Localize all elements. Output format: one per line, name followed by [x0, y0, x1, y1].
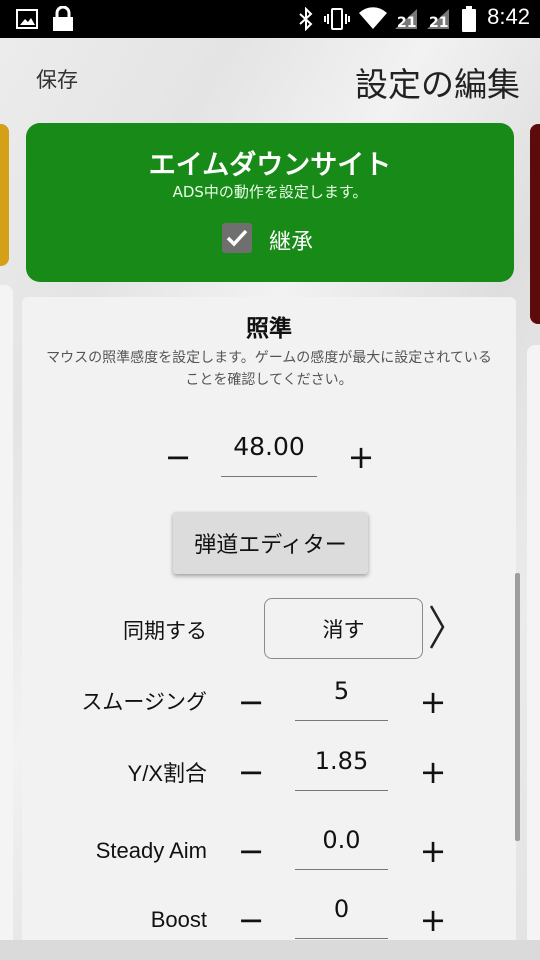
boost-input[interactable]: 0	[295, 895, 388, 923]
yx-ratio-label: Y/X割合	[127, 761, 207, 786]
status-bar: 21 21 8:42	[0, 0, 540, 38]
steady-aim-underline	[295, 869, 388, 870]
inherit-checkbox[interactable]	[222, 223, 252, 253]
yx-ratio-decrease-button[interactable]: −	[231, 752, 271, 792]
scrollbar[interactable]	[515, 573, 520, 841]
boost-decrease-button[interactable]: −	[231, 900, 271, 940]
smoothing-underline	[295, 720, 388, 721]
steady-aim-decrease-button[interactable]: −	[231, 831, 271, 871]
lock-icon	[50, 6, 76, 32]
bottom-edge	[0, 940, 540, 960]
yx-ratio-input[interactable]: 1.85	[295, 747, 388, 775]
smoothing-input[interactable]: 5	[295, 677, 388, 705]
boost-increase-button[interactable]: +	[413, 900, 453, 940]
ads-title: エイムダウンサイト	[148, 150, 392, 181]
boost-underline	[295, 938, 388, 939]
image-icon	[14, 6, 40, 32]
ads-card: エイムダウンサイト ADS中の動作を設定します。 継承	[26, 123, 514, 282]
ballistic-editor-button[interactable]: 弾道エディター	[173, 512, 368, 574]
prev-card-peek[interactable]	[0, 124, 9, 266]
sim-icon: 21	[425, 6, 451, 32]
svg-text:21: 21	[429, 15, 448, 31]
sensitivity-underline	[221, 476, 317, 477]
vibrate-icon	[323, 6, 351, 32]
sensitivity-input[interactable]: 48.00	[221, 432, 317, 461]
steady-aim-increase-button[interactable]: +	[413, 831, 453, 871]
svg-text:21: 21	[397, 15, 416, 31]
save-button[interactable]: 保存	[36, 64, 78, 94]
steady-aim-input[interactable]: 0.0	[295, 826, 388, 854]
sim-icon: 21	[393, 6, 419, 32]
yx-ratio-underline	[295, 790, 388, 791]
aim-section-title: 照準	[246, 316, 292, 342]
aim-section-description: マウスの照準感度を設定します。ゲームの感度が最大に設定されていることを確認してく…	[46, 350, 492, 388]
sensitivity-decrease-button[interactable]: −	[158, 437, 198, 477]
next-card-peek[interactable]	[530, 124, 540, 324]
page-title: 設定の編集	[355, 65, 520, 104]
next-panel-peek	[527, 345, 540, 945]
check-icon	[226, 229, 248, 247]
sync-select[interactable]: 消す	[264, 598, 423, 659]
sync-label: 同期する	[123, 619, 207, 643]
boost-label: Boost	[150, 907, 207, 932]
yx-ratio-increase-button[interactable]: +	[413, 752, 453, 792]
prev-panel-peek	[0, 285, 13, 945]
smoothing-decrease-button[interactable]: −	[231, 682, 271, 722]
status-time: 8:42	[487, 4, 530, 29]
sensitivity-increase-button[interactable]: +	[341, 437, 381, 477]
steady-aim-label: Steady Aim	[95, 838, 207, 863]
bluetooth-icon	[296, 6, 316, 32]
wifi-icon	[358, 6, 388, 32]
battery-icon	[461, 6, 477, 32]
smoothing-label: スムージング	[81, 690, 207, 714]
inherit-label[interactable]: 継承	[269, 224, 313, 256]
ads-subtitle: ADS中の動作を設定します。	[172, 183, 368, 201]
smoothing-increase-button[interactable]: +	[413, 682, 453, 722]
chevron-right-icon[interactable]	[428, 604, 446, 650]
